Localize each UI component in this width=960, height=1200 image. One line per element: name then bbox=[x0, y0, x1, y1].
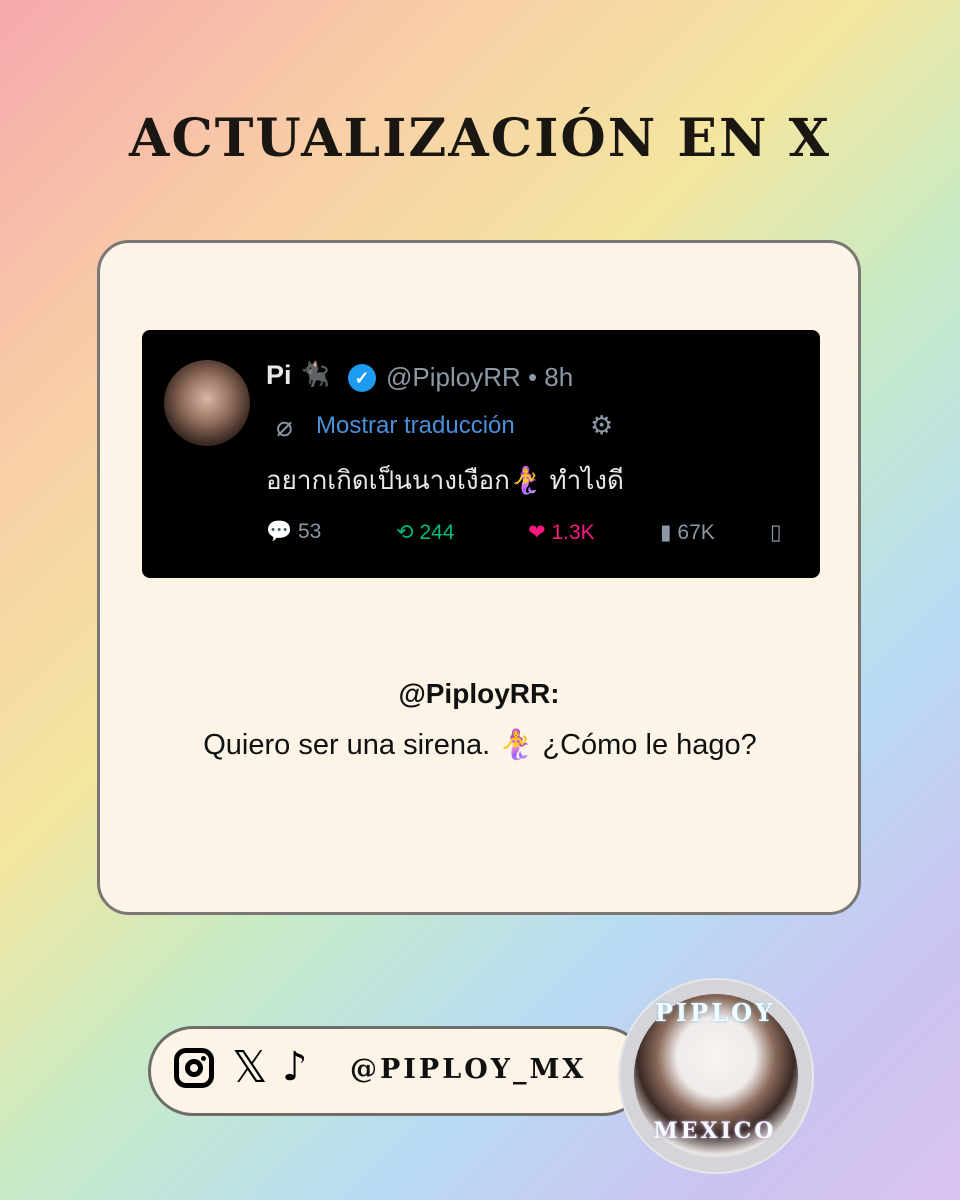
tweet-screenshot: Pi 🐈‍⬛ ✓ @PiployRR • 8h ⌀ Mostrar traduc… bbox=[142, 330, 820, 578]
tweet-author-name: Pi bbox=[266, 360, 292, 390]
tiktok-icon[interactable]: ♪ bbox=[282, 1044, 308, 1090]
heart-icon: ❤ bbox=[528, 521, 546, 544]
gear-icon[interactable]: ⚙ bbox=[590, 410, 613, 441]
instagram-icon[interactable] bbox=[174, 1048, 214, 1088]
translate-icon: ⌀ bbox=[276, 411, 293, 442]
x-icon[interactable]: 𝕏 bbox=[232, 1042, 267, 1093]
badge-logo-bottom: MEXICO bbox=[653, 1118, 777, 1144]
show-translation-link[interactable]: Mostrar traducción bbox=[316, 412, 515, 440]
like-count: 1.3K bbox=[551, 521, 595, 544]
page-title: ACTUALIZACIÓN EN X bbox=[129, 108, 831, 169]
bookmark-icon[interactable]: ▯ bbox=[770, 520, 782, 545]
verified-badge-icon: ✓ bbox=[348, 364, 376, 392]
retweet-count: 244 bbox=[419, 521, 455, 544]
caption-username: @PiployRR: bbox=[398, 678, 560, 709]
reply-stat[interactable]: 💬 53 bbox=[266, 520, 321, 544]
like-stat[interactable]: ❤ 1.3K bbox=[528, 520, 595, 545]
tweet-text: อยากเกิดเป็นนางเงือก🧜‍♀️ ทำไงดี bbox=[266, 465, 624, 495]
social-handle[interactable]: @PIPLOY_MX bbox=[350, 1054, 586, 1085]
black-cat-emoji: 🐈‍⬛ bbox=[300, 361, 330, 388]
badge-logo-top: PIPLOY bbox=[654, 998, 776, 1027]
retweet-icon: ⟲ bbox=[396, 521, 414, 544]
tweet-avatar bbox=[164, 360, 250, 446]
reply-icon: 💬 bbox=[266, 520, 293, 543]
retweet-stat[interactable]: ⟲ 244 bbox=[396, 520, 455, 545]
views-count: 67K bbox=[677, 521, 715, 544]
caption-translation: Quiero ser una sirena. 🧜‍♀️ ¿Cómo le hag… bbox=[203, 729, 757, 761]
views-stat[interactable]: ▮ 67K bbox=[660, 520, 715, 545]
tweet-handle: @PiployRR • 8h bbox=[386, 362, 574, 392]
views-icon: ▮ bbox=[660, 521, 672, 544]
reply-count: 53 bbox=[298, 520, 322, 543]
